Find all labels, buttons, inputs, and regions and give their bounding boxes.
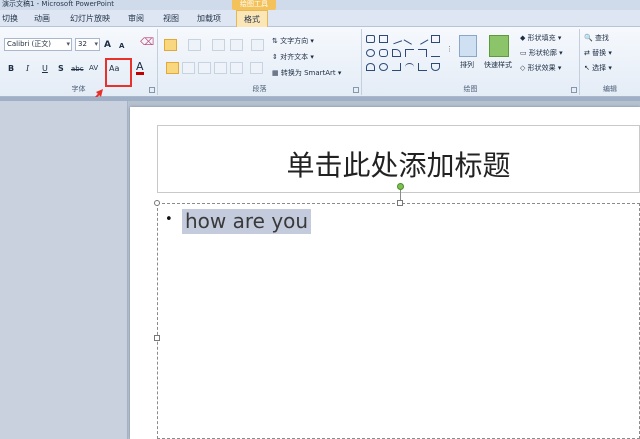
distribute-icon[interactable]	[230, 62, 243, 74]
title-bar: 演示文稿1 - Microsoft PowerPoint 绘图工具	[0, 0, 640, 10]
font-name-combo[interactable]: Calibri (正文)	[4, 38, 72, 51]
shadow-button[interactable]: S	[58, 63, 64, 75]
drawing-dialog-launcher[interactable]	[571, 87, 577, 93]
columns-icon[interactable]	[250, 62, 263, 74]
tab-view[interactable]: 视图	[163, 13, 179, 24]
content-placeholder[interactable]	[157, 203, 640, 439]
tab-slideshow[interactable]: 幻灯片放映	[70, 13, 110, 24]
quick-styles-button[interactable]: 快速样式	[484, 59, 512, 71]
editing-group: 🔍 查找 ⇄ 替换 ▾ ↖ 选择 ▾ 编辑	[580, 29, 640, 95]
tab-transitions[interactable]: 切换	[2, 13, 18, 24]
selected-text[interactable]: how are you	[182, 209, 312, 234]
tab-review[interactable]: 审阅	[128, 13, 144, 24]
bullets-icon[interactable]	[164, 39, 177, 51]
font-group: Calibri (正文) 32 A A ⌫ B I U S abc AV Aa …	[0, 29, 158, 95]
char-spacing-button[interactable]: AV	[89, 62, 98, 74]
drawing-group: ⋮ 排列 快速样式 ◆ 形状填充 ▾ ▭ 形状轮廓 ▾ ◇ 形状效果 ▾ 绘图	[362, 29, 580, 95]
slides-pane[interactable]	[0, 101, 128, 439]
numbering-icon[interactable]	[188, 39, 201, 51]
strikethrough-button[interactable]: abc	[71, 63, 84, 75]
bold-button[interactable]: B	[8, 63, 14, 75]
shape-outline-button[interactable]: ▭ 形状轮廓 ▾	[520, 47, 563, 59]
resize-handle-left[interactable]	[154, 335, 160, 341]
shape-fill-button[interactable]: ◆ 形状填充 ▾	[520, 32, 561, 44]
title-placeholder-text: 单击此处添加标题	[286, 149, 511, 182]
window-title: 演示文稿1 - Microsoft PowerPoint	[2, 0, 115, 8]
paragraph-group: ⇅ 文字方向 ▾ ⇕ 对齐文本 ▾ ▦ 转换为 SmartArt ▾ 段落	[158, 29, 362, 95]
font-size-combo[interactable]: 32	[75, 38, 100, 51]
select-button[interactable]: ↖ 选择 ▾	[584, 62, 612, 74]
rotation-handle[interactable]	[397, 183, 404, 190]
font-dialog-launcher[interactable]	[149, 87, 155, 93]
align-center-icon[interactable]	[182, 62, 195, 74]
ribbon: Calibri (正文) 32 A A ⌫ B I U S abc AV Aa …	[0, 27, 640, 97]
context-tab-banner: 绘图工具	[232, 0, 276, 10]
font-color-button[interactable]: A	[136, 61, 144, 75]
align-right-icon[interactable]	[198, 62, 211, 74]
arrange-icon[interactable]	[459, 35, 477, 57]
quick-styles-icon[interactable]	[489, 35, 509, 57]
underline-button[interactable]: U	[42, 63, 48, 75]
italic-button[interactable]: I	[26, 63, 29, 75]
grow-font-button[interactable]: A	[104, 39, 111, 51]
change-case-highlight	[105, 58, 132, 87]
tab-animations[interactable]: 动画	[34, 13, 50, 24]
paragraph-dialog-launcher[interactable]	[353, 87, 359, 93]
replace-button[interactable]: ⇄ 替换 ▾	[584, 47, 612, 59]
drawing-group-label: 绘图	[463, 85, 478, 93]
font-group-label: 字体	[71, 85, 86, 93]
ribbon-tab-row: 切换 动画 幻灯片放映 审阅 视图 加载项 格式	[0, 10, 640, 27]
resize-handle-top-left[interactable]	[154, 200, 160, 206]
find-button[interactable]: 🔍 查找	[584, 32, 609, 44]
bullet-marker: •	[165, 212, 173, 227]
paragraph-group-label: 段落	[252, 85, 267, 93]
arrange-button[interactable]: 排列	[460, 59, 474, 71]
text-direction-button[interactable]: ⇅ 文字方向 ▾	[272, 35, 314, 47]
line-spacing-icon[interactable]	[251, 39, 264, 51]
shape-effects-button[interactable]: ◇ 形状效果 ▾	[520, 62, 561, 74]
shrink-font-button[interactable]: A	[119, 40, 124, 52]
tab-addins[interactable]: 加载项	[197, 13, 221, 24]
align-left-icon[interactable]	[166, 62, 179, 74]
shapes-more-icon[interactable]: ⋮	[446, 43, 453, 55]
increase-indent-icon[interactable]	[230, 39, 243, 51]
clear-format-icon[interactable]: ⌫	[140, 37, 154, 49]
align-text-button[interactable]: ⇕ 对齐文本 ▾	[272, 51, 314, 63]
decrease-indent-icon[interactable]	[212, 39, 225, 51]
resize-handle-top[interactable]	[397, 200, 403, 206]
convert-smartart-button[interactable]: ▦ 转换为 SmartArt ▾	[272, 67, 341, 79]
justify-icon[interactable]	[214, 62, 227, 74]
tab-format[interactable]: 格式	[236, 10, 268, 27]
editing-group-label: 编辑	[603, 85, 617, 93]
